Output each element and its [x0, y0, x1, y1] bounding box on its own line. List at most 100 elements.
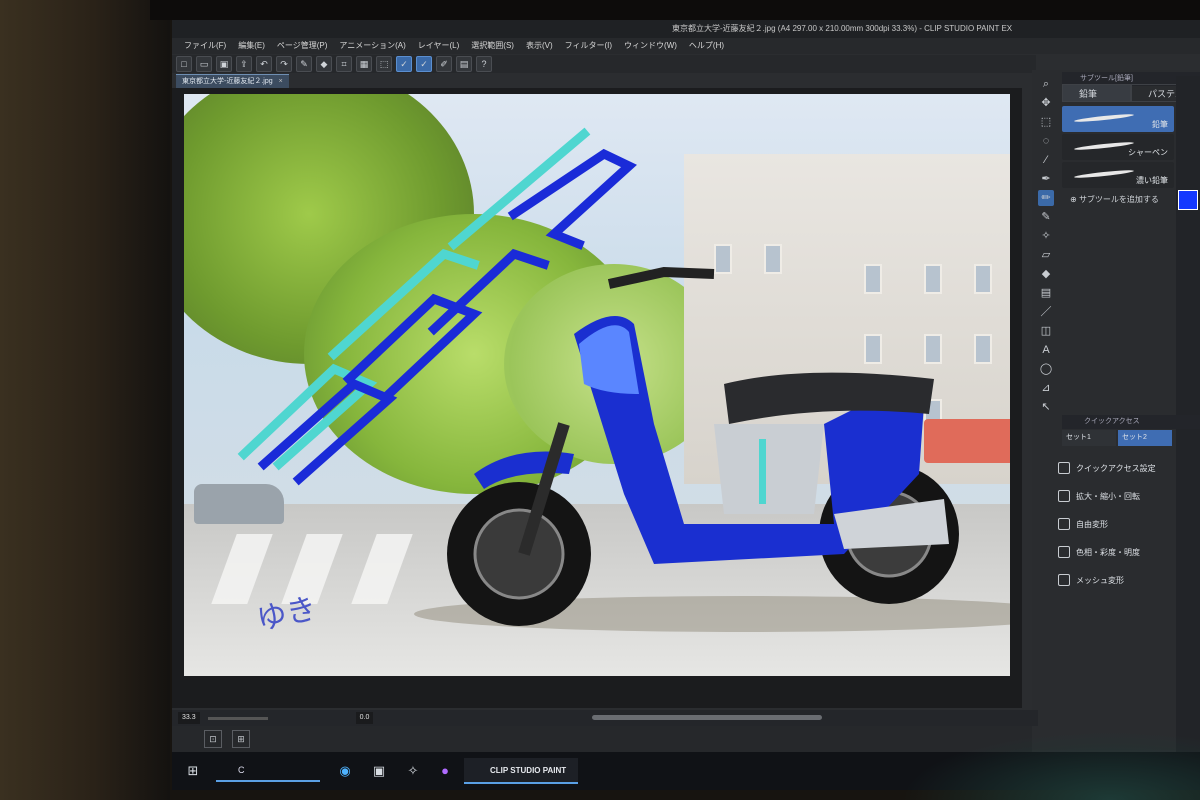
taskbar-clip-studio[interactable]: CLIP STUDIO PAINT — [464, 758, 578, 784]
screen: 東京都立大学-近藤友紀２.jpg (A4 297.00 x 210.00mm 3… — [172, 20, 1200, 790]
peds-logo — [237, 127, 637, 486]
edge-icon[interactable]: ◉ — [334, 760, 356, 782]
fit-icon[interactable]: ⊡ — [204, 730, 222, 748]
scooter-illustration — [414, 266, 1010, 632]
brush-item[interactable]: シャーペン — [1062, 134, 1174, 160]
canvas-area[interactable]: ゆき — [172, 88, 1022, 708]
add-subtool-button[interactable]: ⊕ サブツールを追加する — [1070, 194, 1159, 205]
quick-access-set-1[interactable]: セット1 — [1062, 430, 1116, 446]
add-subtool-label: サブツールを追加する — [1078, 195, 1159, 204]
quick-access-set-2[interactable]: セット2 — [1118, 430, 1172, 446]
window-title: 東京都立大学-近藤友紀２.jpg (A4 297.00 x 210.00mm 3… — [672, 24, 1013, 33]
brush-label: シャーペン — [1128, 148, 1168, 157]
quick-access-list: クイックアクセス設定 拡大・縮小・回転 自由変形 色相・彩度・明度 メッシュ変形 — [1058, 454, 1174, 594]
brush-label: 濃い鉛筆 — [1136, 176, 1168, 185]
eyedropper-icon[interactable]: ⁄ — [1038, 152, 1054, 168]
menu-animation[interactable]: アニメーション(A) — [339, 38, 405, 54]
new-icon[interactable]: □ — [176, 56, 192, 72]
settings-icon — [1058, 462, 1070, 474]
logo-blue-stroke — [507, 148, 637, 250]
pen-icon[interactable]: ✒ — [1038, 171, 1054, 187]
monitor-bezel-left — [0, 0, 170, 800]
menu-file[interactable]: ファイル(F) — [184, 38, 226, 54]
brush-icon[interactable]: ✎ — [1038, 209, 1054, 225]
brush-icon[interactable]: ✎ — [296, 56, 312, 72]
transform-icon[interactable]: ⬚ — [376, 56, 392, 72]
save-icon[interactable]: ▣ — [216, 56, 232, 72]
help-icon[interactable]: ? — [476, 56, 492, 72]
brush-list: 鉛筆 シャーペン 濃い鉛筆 — [1062, 104, 1174, 196]
balloon-icon[interactable]: ◯ — [1038, 361, 1054, 377]
quick-access-item[interactable]: 自由変形 — [1058, 510, 1174, 538]
scale-icon — [1058, 490, 1070, 502]
menu-view[interactable]: 表示(V) — [526, 38, 553, 54]
quick-access-item[interactable]: 拡大・縮小・回転 — [1058, 482, 1174, 510]
scooter-inner-panel — [714, 424, 824, 514]
quick-access-label: メッシュ変形 — [1076, 575, 1124, 585]
ruler-icon[interactable]: ⊿ — [1038, 380, 1054, 396]
quick-access-item[interactable]: 色相・彩度・明度 — [1058, 538, 1174, 566]
airbrush-icon[interactable]: ✧ — [1038, 228, 1054, 244]
quick-access-item[interactable]: メッシュ変形 — [1058, 566, 1174, 594]
line-icon[interactable]: ↖ — [1038, 399, 1054, 415]
grid-icon[interactable]: ▦ — [356, 56, 372, 72]
taskbar-folder-label: C — [238, 765, 245, 775]
close-icon[interactable]: × — [279, 78, 283, 85]
pencil-icon[interactable]: ✏ — [1038, 190, 1054, 206]
edit-icon[interactable]: ✐ — [436, 56, 452, 72]
select-icon[interactable]: ⬚ — [1038, 114, 1054, 130]
frame-icon[interactable]: ◫ — [1038, 323, 1054, 339]
crop-icon[interactable]: ⌗ — [336, 56, 352, 72]
tool-palette: ⌕ ✥ ⬚ ◌ ⁄ ✒ ✏ ✎ ✧ ▱ ◆ ▤ ／ ◫ A ◯ ⊿ ↖ — [1034, 76, 1058, 546]
fill-icon[interactable]: ◆ — [1038, 266, 1054, 282]
app-icon[interactable]: ✧ — [402, 760, 424, 782]
app-icon[interactable]: ▣ — [368, 760, 390, 782]
menu-selection[interactable]: 選択範囲(S) — [471, 38, 514, 54]
menu-layer[interactable]: レイヤー(L) — [418, 38, 460, 54]
menu-help[interactable]: ヘルプ(H) — [689, 38, 724, 54]
brush-item[interactable]: 濃い鉛筆 — [1062, 162, 1174, 188]
menu-bar: ファイル(F) 編集(E) ページ管理(P) アニメーション(A) レイヤー(L… — [172, 38, 1200, 54]
canvas[interactable]: ゆき — [184, 94, 1010, 676]
eraser-icon[interactable]: ▱ — [1038, 247, 1054, 263]
command-bar: □ ▭ ▣ ⇪ ↶ ↷ ✎ ◆ ⌗ ▦ ⬚ ✓ ✓ ✐ ▤ ? — [172, 55, 1036, 73]
free-transform-icon — [1058, 518, 1070, 530]
quick-access-item[interactable]: クイックアクセス設定 — [1058, 454, 1174, 482]
menu-page[interactable]: ページ管理(P) — [277, 38, 328, 54]
check-icon[interactable]: ✓ — [396, 56, 412, 72]
zoom-slider[interactable] — [207, 716, 268, 720]
navigator-icon[interactable]: ⊞ — [232, 730, 250, 748]
menu-edit[interactable]: 編集(E) — [238, 38, 265, 54]
panel-icon[interactable]: ▤ — [456, 56, 472, 72]
zoom-icon[interactable]: ⌕ — [1038, 76, 1054, 92]
open-icon[interactable]: ▭ — [196, 56, 212, 72]
fill-icon[interactable]: ◆ — [316, 56, 332, 72]
move-icon[interactable]: ✥ — [1038, 95, 1054, 111]
text-icon[interactable]: A — [1038, 342, 1054, 358]
scooter-front-rim — [473, 508, 565, 600]
hue-icon — [1058, 546, 1070, 558]
document-tab-label: 東京都立大学-近藤友紀２.jpg — [182, 78, 273, 85]
lasso-icon[interactable]: ◌ — [1038, 133, 1054, 149]
main-color-swatch[interactable] — [1178, 190, 1198, 210]
horizontal-scrollbar[interactable] — [592, 715, 822, 720]
menu-filter[interactable]: フィルター(I) — [565, 38, 612, 54]
menu-window[interactable]: ウィンドウ(W) — [624, 38, 677, 54]
brush-item[interactable]: 鉛筆 — [1062, 106, 1174, 132]
zoom-field[interactable]: 33.3 — [178, 712, 200, 724]
pen-icon[interactable]: ✓ — [416, 56, 432, 72]
quick-access-label: 色相・彩度・明度 — [1076, 547, 1140, 557]
app-icon[interactable]: ● — [434, 760, 456, 782]
windows-start-icon[interactable]: ⊞ — [182, 760, 204, 782]
export-icon[interactable]: ⇪ — [236, 56, 252, 72]
title-bar: 東京都立大学-近藤友紀２.jpg (A4 297.00 x 210.00mm 3… — [172, 20, 1200, 38]
figure-icon[interactable]: ／ — [1038, 304, 1054, 320]
quick-access-header: クイックアクセス — [1062, 415, 1200, 429]
gradient-icon[interactable]: ▤ — [1038, 285, 1054, 301]
redo-icon[interactable]: ↷ — [276, 56, 292, 72]
rotation-field[interactable]: 0.0 — [355, 712, 374, 724]
taskbar-folder[interactable]: C — [216, 758, 320, 782]
undo-icon[interactable]: ↶ — [256, 56, 272, 72]
tab-pencil[interactable]: 鉛筆 — [1062, 84, 1131, 102]
document-tab[interactable]: 東京都立大学-近藤友紀２.jpg × — [176, 74, 289, 89]
